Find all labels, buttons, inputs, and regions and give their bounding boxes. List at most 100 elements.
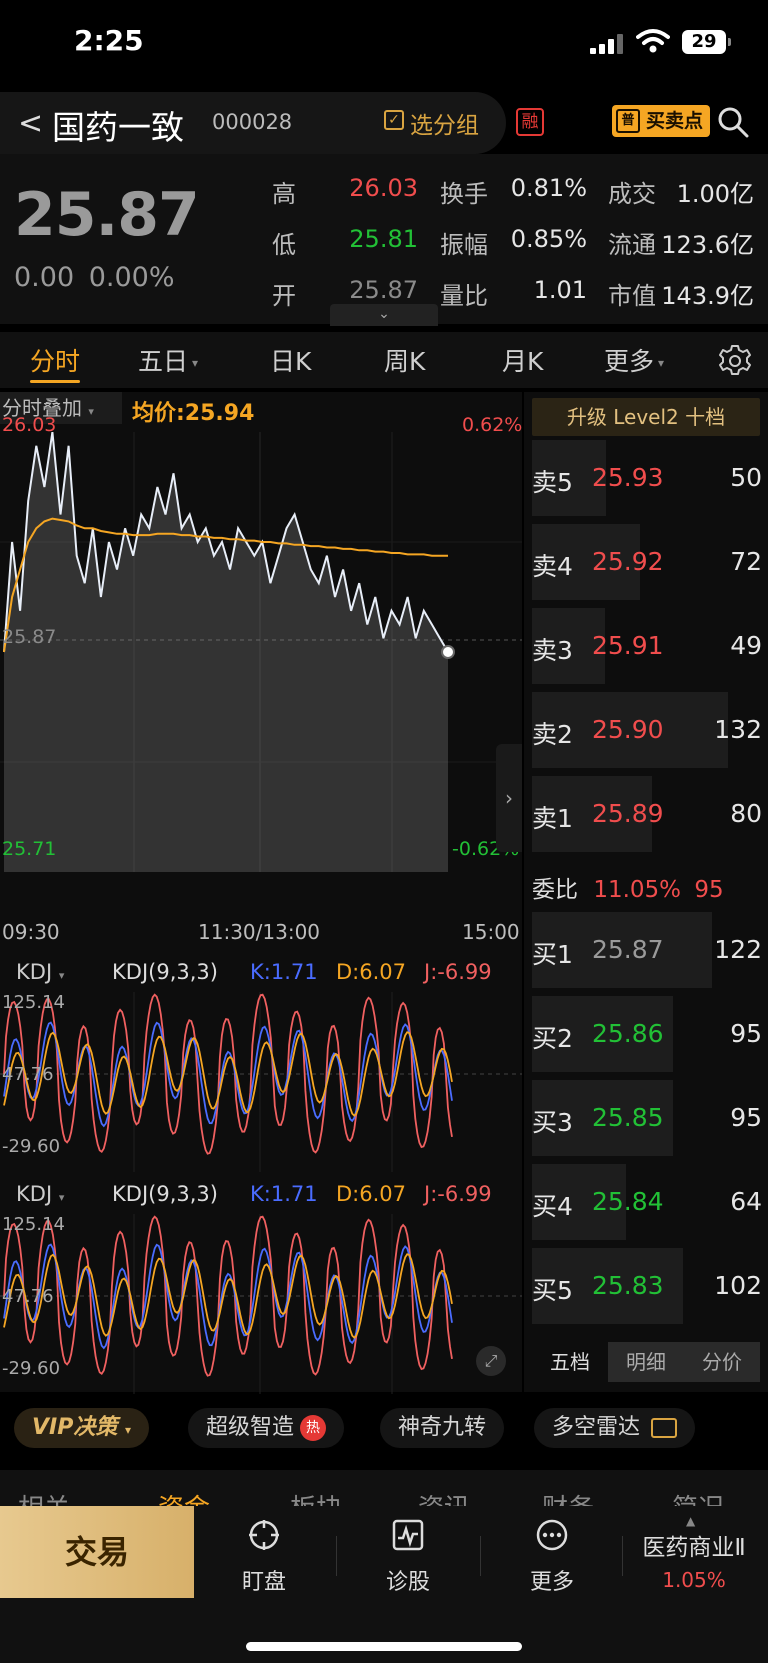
ask-level-volume: 49 <box>730 631 762 660</box>
tab-profile[interactable]: 简况 <box>672 1488 724 1506</box>
ask-level-row[interactable]: 卖1 25.89 80 <box>532 776 768 852</box>
tab-five-levels[interactable]: 五档 <box>532 1342 608 1382</box>
order-ratio-value: 95 <box>694 877 724 903</box>
caret-down-icon: ▾ <box>658 356 665 370</box>
ask-level-label: 卖4 <box>532 552 573 581</box>
float-label: 流通 <box>608 231 656 259</box>
caret-down-icon: ▾ <box>125 1423 132 1437</box>
tab-intraday[interactable]: 分时 <box>30 342 80 378</box>
tab-monthly-k[interactable]: 月K <box>502 342 543 378</box>
tab-more-label: 更多 <box>604 347 655 376</box>
bid-level-row[interactable]: 买1 25.87 122 <box>532 912 768 988</box>
expand-panel-chevron-icon[interactable]: › <box>496 744 522 852</box>
pulse-chart-icon <box>392 1519 424 1551</box>
watch-label: 盯盘 <box>241 1570 286 1595</box>
kdj-params: KDJ(9,3,3) <box>112 1182 218 1206</box>
tab-capital[interactable]: 资金 <box>158 1488 210 1506</box>
ask-level-row[interactable]: 卖5 25.93 50 <box>532 440 768 516</box>
caret-up-icon: ▲ <box>686 1514 696 1528</box>
bid-level-row[interactable]: 买3 25.85 95 <box>532 1080 768 1156</box>
high-value: 26.03 <box>349 174 418 202</box>
trade-button[interactable]: 交易 <box>0 1506 194 1598</box>
bid-level-price: 25.87 <box>592 935 664 964</box>
tab-news[interactable]: 资讯 <box>418 1488 470 1506</box>
stock-code: 000028 <box>212 110 293 134</box>
caret-down-icon: ▾ <box>58 969 65 982</box>
back-icon[interactable]: < <box>18 106 43 141</box>
bid-level-label: 买2 <box>532 1024 573 1053</box>
ask-level-price: 25.91 <box>592 631 664 660</box>
bid-level-volume: 64 <box>730 1187 762 1216</box>
diagnose-button[interactable]: 诊股 <box>358 1518 458 1596</box>
more-label: 更多 <box>529 1570 574 1595</box>
tab-details[interactable]: 明细 <box>608 1342 684 1382</box>
super-smart-button[interactable]: 超级智造热 <box>188 1408 345 1448</box>
magic-nine-button[interactable]: 神奇九转 <box>380 1408 505 1448</box>
tab-finance[interactable]: 财务 <box>542 1488 594 1506</box>
status-bar: 2:25 29 <box>0 0 768 86</box>
expand-quote-chevron-icon[interactable]: ⌄ <box>330 304 438 326</box>
kdj-y-top: 125.14 <box>2 992 65 1013</box>
bid-level-row[interactable]: 买2 25.86 95 <box>532 996 768 1072</box>
kdj-chart-2[interactable] <box>0 1214 522 1394</box>
open-value: 25.87 <box>349 276 418 304</box>
bid-level-price: 25.85 <box>592 1103 664 1132</box>
x-axis-start: 09:30 <box>2 920 60 944</box>
tab-weekly-k[interactable]: 周K <box>384 342 425 378</box>
watch-button[interactable]: 盯盘 <box>214 1518 314 1596</box>
tab-price-split[interactable]: 分价 <box>684 1342 760 1382</box>
signal-icon <box>590 34 624 54</box>
turnover-value: 0.81% <box>510 174 587 202</box>
ask-level-row[interactable]: 卖3 25.91 49 <box>532 608 768 684</box>
change-value: 0.00 <box>14 262 75 293</box>
stock-header: < 国药一致 000028 ✓ 选分组 融 买卖点 普 <box>0 92 768 154</box>
vip-decision-button[interactable]: VIP决策 ▾ <box>14 1408 150 1448</box>
order-ratio-percent: 11.05% <box>593 877 682 903</box>
upgrade-level2-button[interactable]: 升级 Level2 十档 <box>532 398 760 436</box>
fullscreen-icon[interactable]: ⤢ <box>476 1346 506 1376</box>
ask-level-label: 卖1 <box>532 804 573 833</box>
kdj-d-value: D:6.07 <box>336 1182 407 1206</box>
tab-five-day[interactable]: 五日 ▾ <box>138 342 198 378</box>
ask-level-price: 25.92 <box>592 547 664 576</box>
checkbox-icon[interactable]: ✓ <box>384 110 404 130</box>
ask-level-row[interactable]: 卖2 25.90 132 <box>532 692 768 768</box>
bid-level-row[interactable]: 买5 25.83 102 <box>532 1248 768 1324</box>
sector-button[interactable]: ▲ 医药商业Ⅱ 1.05% <box>620 1514 768 1592</box>
tab-more[interactable]: 更多 ▾ <box>604 342 664 378</box>
search-icon[interactable] <box>716 105 750 139</box>
bid-level-row[interactable]: 买4 25.84 64 <box>532 1164 768 1240</box>
kdj-indicator-dropdown-2[interactable]: KDJ ▾ <box>16 1182 64 1206</box>
book-tabs: 五档 明细 分价 <box>532 1342 760 1382</box>
bid-level-volume: 95 <box>730 1019 762 1048</box>
home-indicator <box>246 1642 522 1651</box>
ask-level-label: 卖2 <box>532 720 573 749</box>
status-time: 2:25 <box>74 24 144 57</box>
y-axis-mid-price: 25.87 <box>2 626 57 648</box>
bid-level-price: 25.86 <box>592 1019 664 1048</box>
tab-daily-k[interactable]: 日K <box>270 342 311 378</box>
last-price: 25.87 <box>14 180 200 250</box>
tab-sector[interactable]: 板块 <box>290 1488 342 1506</box>
ask-level-price: 25.93 <box>592 463 664 492</box>
intraday-chart[interactable] <box>0 432 522 922</box>
amplitude-value: 0.85% <box>510 225 587 253</box>
ask-level-volume: 132 <box>714 715 762 744</box>
price-change: 0.00 0.00% <box>14 262 175 293</box>
margin-badge[interactable]: 融 <box>516 108 544 136</box>
bull-bear-radar-button[interactable]: 多空雷达 <box>534 1408 696 1448</box>
wifi-icon <box>636 29 670 53</box>
kdj-chart-1[interactable] <box>0 992 522 1172</box>
feature-bar: VIP决策 ▾ 超级智造热 神奇九转 多空雷达 <box>0 1400 768 1456</box>
gear-icon[interactable] <box>718 344 752 378</box>
more-button[interactable]: 更多 <box>502 1518 602 1596</box>
select-group-button[interactable]: 选分组 <box>410 106 479 140</box>
ask-level-row[interactable]: 卖4 25.92 72 <box>532 524 768 600</box>
ask-level-label: 卖5 <box>532 468 573 497</box>
ask-level-label: 卖3 <box>532 636 573 665</box>
kdj-k-value: K:1.71 <box>250 1182 318 1206</box>
super-smart-label: 超级智造 <box>206 1415 295 1440</box>
kdj-indicator-dropdown[interactable]: KDJ ▾ <box>16 960 64 984</box>
caret-down-icon: ▾ <box>192 356 199 370</box>
tab-related[interactable]: 相关 <box>18 1488 70 1506</box>
